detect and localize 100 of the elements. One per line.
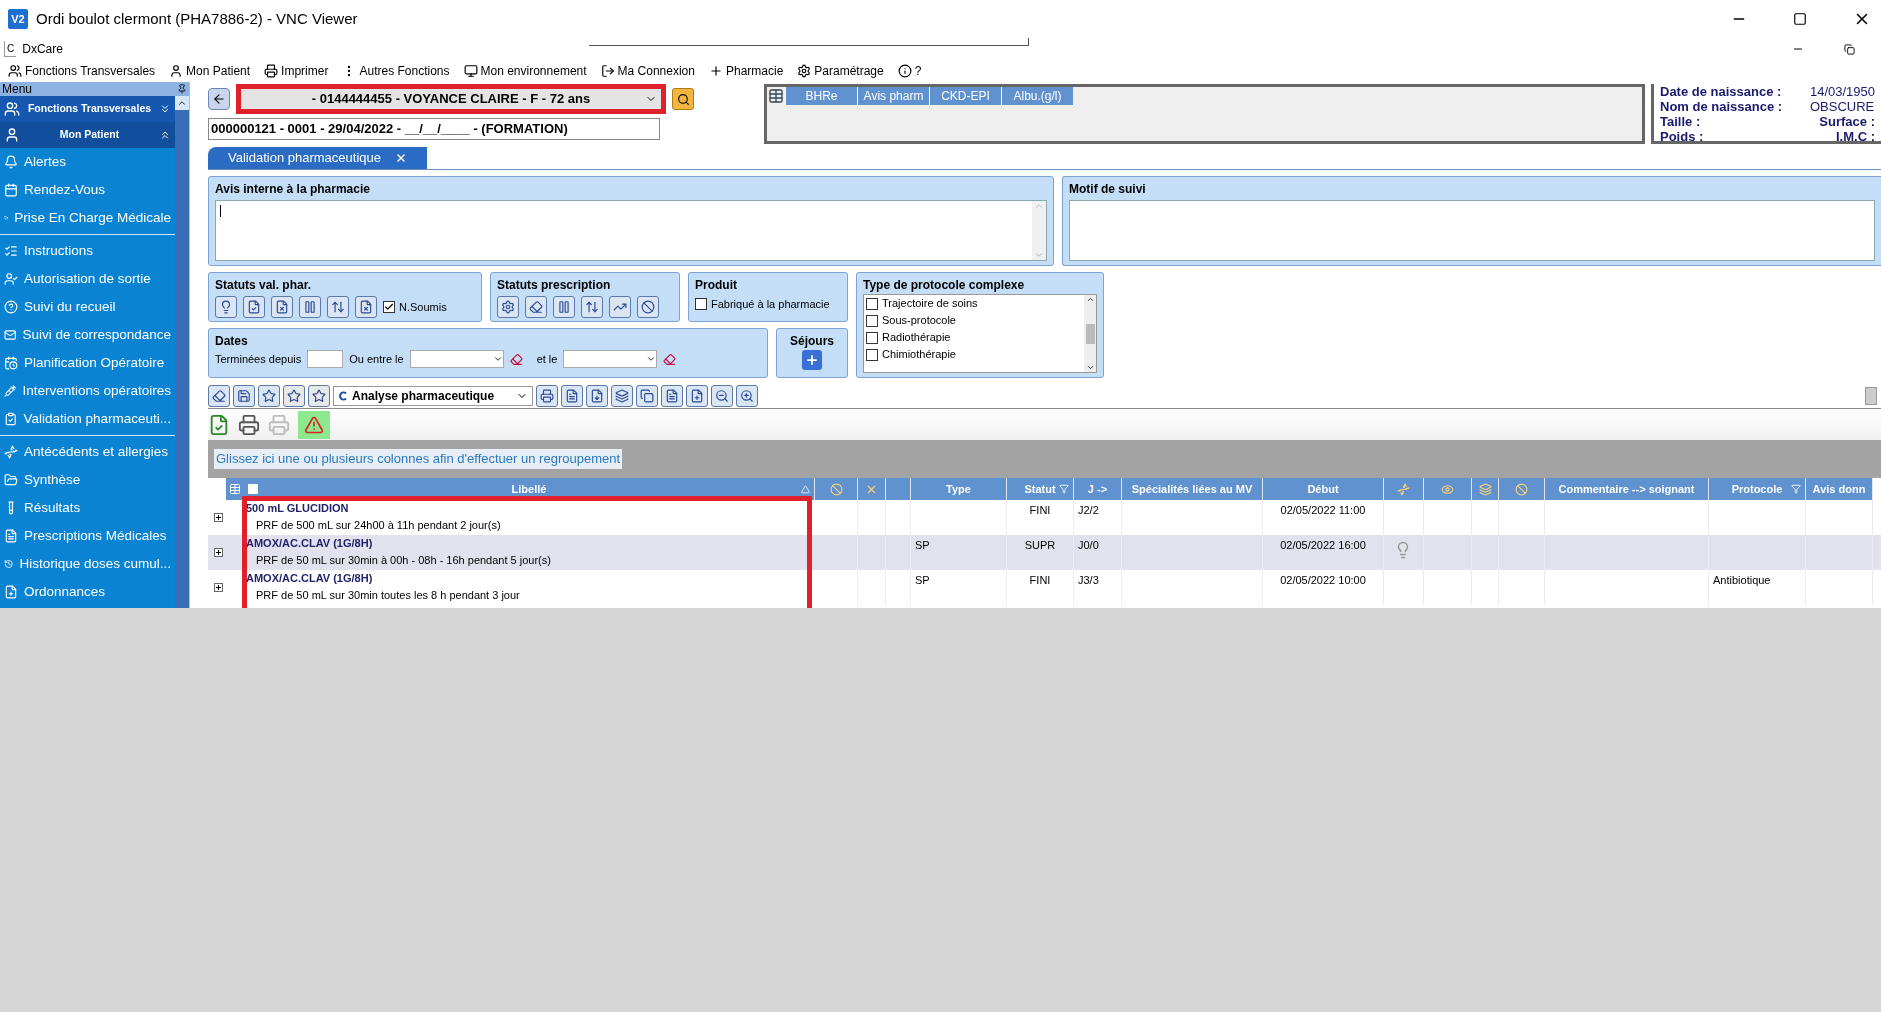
eraser-icon[interactable]: [509, 352, 523, 366]
column-header[interactable]: J ->: [1074, 478, 1122, 500]
date-field[interactable]: [563, 350, 658, 368]
checkbox[interactable]: [866, 348, 878, 361]
expand-icon[interactable]: [214, 548, 223, 557]
eraser-icon[interactable]: [663, 352, 677, 366]
toolbar-button[interactable]: [661, 385, 683, 407]
maximize-icon[interactable]: [1793, 12, 1807, 26]
expand-icon[interactable]: [214, 513, 223, 522]
printer-icon[interactable]: [238, 413, 260, 436]
sidebar-item[interactable]: Interventions opératoires: [0, 377, 175, 405]
stay-field[interactable]: 000000121 - 0001 - 29/04/2022 - __/__/____ - (FORMATION): [208, 118, 660, 140]
toolbar-button[interactable]: [536, 385, 558, 407]
toolbar-button[interactable]: [636, 385, 658, 407]
column-header[interactable]: Type: [911, 478, 1007, 500]
toolbar-button[interactable]: [711, 385, 733, 407]
sidebar-item[interactable]: Planification Opératoire: [0, 349, 175, 377]
date-field[interactable]: [409, 350, 504, 368]
scrollbar[interactable]: [1084, 295, 1096, 372]
toolbar-button[interactable]: [586, 385, 608, 407]
menu-button[interactable]: Mon environnement: [463, 62, 587, 80]
sidebar-item[interactable]: Antécédents et allergies: [0, 438, 175, 466]
add-button[interactable]: [802, 350, 822, 370]
column-header[interactable]: Avis donn: [1806, 478, 1873, 500]
checkbox[interactable]: [866, 314, 878, 327]
toolbar-button[interactable]: [258, 385, 280, 407]
toolbar-button[interactable]: [215, 296, 237, 318]
column-header[interactable]: Protocole: [1709, 478, 1806, 500]
sidebar-item[interactable]: Suivi de correspondance: [0, 321, 175, 349]
toolbar-button[interactable]: [327, 296, 349, 318]
column-header[interactable]: Commentaire --> soignant: [1545, 478, 1709, 500]
checkbox[interactable]: [248, 484, 258, 494]
column-header[interactable]: [1472, 478, 1499, 500]
checkbox[interactable]: [866, 297, 878, 310]
toolbar-button[interactable]: [299, 296, 321, 318]
sidebar-item[interactable]: Prescriptions Médicales: [0, 522, 175, 550]
sidebar-item[interactable]: Ordonnances: [0, 578, 175, 606]
expand-icon[interactable]: [214, 583, 223, 592]
toolbar-button[interactable]: [553, 296, 575, 318]
column-header[interactable]: Début: [1263, 478, 1384, 500]
toolbar-button[interactable]: [609, 296, 631, 318]
toolbar-button[interactable]: [208, 385, 230, 407]
column-header[interactable]: Spécialités liées au MV: [1122, 478, 1263, 500]
menu-button[interactable]: Paramétrage: [797, 62, 884, 80]
toolbar-button[interactable]: [283, 385, 305, 407]
sidebar-item[interactable]: Validation pharmaceuti...: [0, 405, 175, 433]
patient-select[interactable]: - 0144444455 - VOYANCE CLAIRE - F - 72 ans: [241, 89, 661, 109]
sidebar-item[interactable]: Historique doses cumul...: [0, 550, 175, 578]
chevron-up-icon[interactable]: [177, 98, 187, 108]
sidebar-item[interactable]: Suivi du recueil: [0, 293, 175, 321]
alert-button[interactable]: [298, 410, 330, 439]
toolbar-button[interactable]: [686, 385, 708, 407]
input-field[interactable]: [307, 350, 344, 368]
column-header[interactable]: [815, 478, 858, 500]
column-chooser-icon[interactable]: [226, 478, 244, 500]
back-button[interactable]: [208, 88, 230, 110]
menu-button[interactable]: Pharmacie: [708, 62, 784, 80]
analysis-select[interactable]: Analyse pharmaceutique: [333, 386, 533, 406]
sidebar-section[interactable]: Fonctions Transversales: [0, 96, 175, 122]
sidebar-item[interactable]: Alertes: [0, 148, 175, 176]
toolbar-button[interactable]: [581, 296, 603, 318]
toolbar-button[interactable]: [243, 296, 265, 318]
sidebar-section[interactable]: Mon Patient: [0, 122, 175, 148]
column-header[interactable]: [1424, 478, 1472, 500]
column-header[interactable]: [858, 478, 886, 500]
sidebar-item[interactable]: Synthèse: [0, 466, 175, 494]
column-header[interactable]: [886, 478, 911, 500]
pin-icon[interactable]: [177, 84, 187, 94]
column-header[interactable]: [1384, 478, 1424, 500]
sidebar-item[interactable]: Résultats: [0, 494, 175, 522]
toolbar-button[interactable]: [561, 385, 583, 407]
restore-icon[interactable]: [1844, 43, 1855, 55]
sidebar-item[interactable]: Prise En Charge Médicale: [0, 204, 175, 232]
menu-button[interactable]: Imprimer: [264, 62, 329, 80]
sidebar-item[interactable]: Rendez-Vous: [0, 176, 175, 204]
toolbar-button[interactable]: [611, 385, 633, 407]
toolbar-button[interactable]: [497, 296, 519, 318]
scrollbar[interactable]: [175, 96, 189, 608]
toolbar-button[interactable]: [233, 385, 255, 407]
toolbar-button[interactable]: [736, 385, 758, 407]
toolbar-button[interactable]: [525, 296, 547, 318]
chevron-down-icon[interactable]: [1085, 363, 1095, 372]
sidebar-item[interactable]: Instructions: [0, 237, 175, 265]
menu-button[interactable]: ?: [897, 62, 922, 80]
chevron-up-icon[interactable]: [1085, 295, 1095, 304]
menu-button[interactable]: Ma Connexion: [600, 62, 695, 80]
toolbar-button[interactable]: [271, 296, 293, 318]
chevron-down-icon[interactable]: [646, 354, 657, 364]
checkbox[interactable]: [383, 301, 395, 313]
toolbar-button[interactable]: [637, 296, 659, 318]
chevron-down-icon[interactable]: [492, 354, 503, 364]
scroll-thumb[interactable]: [1085, 323, 1095, 344]
column-header[interactable]: Statut: [1007, 478, 1074, 500]
sidebar-item[interactable]: Autorisation de sortie: [0, 265, 175, 293]
checkbox[interactable]: [866, 331, 878, 344]
toolbar-button[interactable]: [355, 296, 377, 318]
checkbox[interactable]: [695, 298, 707, 311]
search-button[interactable]: [672, 88, 694, 110]
menu-button[interactable]: Mon Patient: [169, 62, 251, 80]
tab[interactable]: Validation pharmaceutique: [208, 147, 427, 169]
